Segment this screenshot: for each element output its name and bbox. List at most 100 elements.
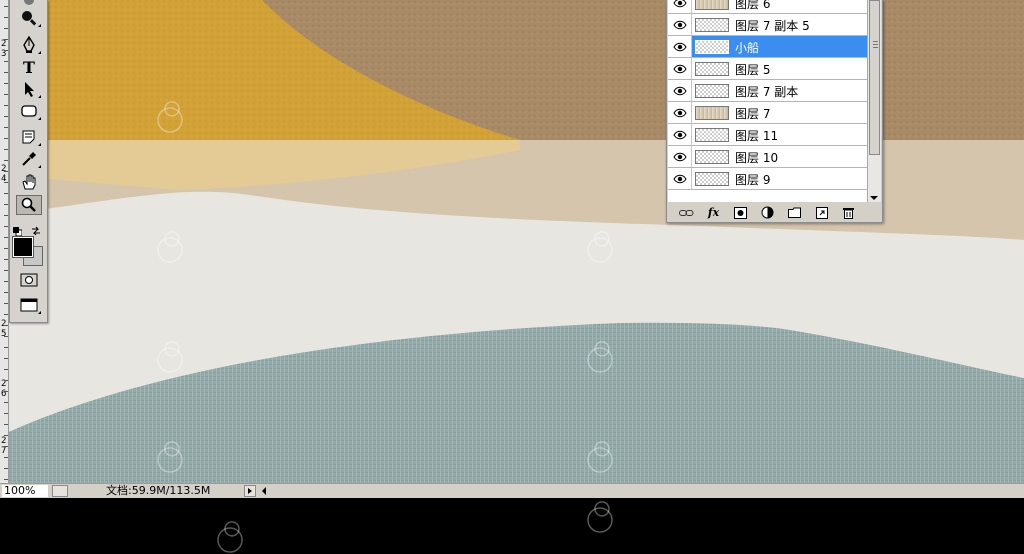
eye-icon <box>672 0 687 8</box>
burn-icon <box>22 11 37 26</box>
layer-name: 图层 7 <box>735 107 771 121</box>
scroll-down-arrow-icon[interactable] <box>870 196 878 200</box>
layer-name: 小船 <box>735 41 760 55</box>
link-layers-button[interactable] <box>679 206 694 219</box>
layer-visibility-toggle[interactable] <box>668 58 692 79</box>
ruler-label: 2 <box>1 164 7 174</box>
layer-thumbnail <box>695 62 729 76</box>
pen-tool-button[interactable] <box>16 35 42 55</box>
layers-list[interactable]: 图层 6 图层 7 副本 5 小船图层 5 图层 7 副本图层 7 图层 11 图层 10… <box>668 0 867 202</box>
layer-row[interactable]: 图层 11 <box>668 124 867 146</box>
delete-layer-button[interactable] <box>841 206 856 219</box>
layer-visibility-toggle[interactable] <box>668 102 692 123</box>
layers-panel: 图层 6 图层 7 副本 5 小船图层 5 图层 7 副本图层 7 图层 11 图层 10… <box>666 0 883 223</box>
layer-visibility-toggle[interactable] <box>668 14 692 35</box>
magnifier-icon <box>21 197 36 212</box>
layer-name: 图层 11 <box>735 129 779 143</box>
ruler-tick <box>4 413 8 414</box>
status-menu-button[interactable] <box>52 485 68 497</box>
ruler-tick <box>4 468 8 469</box>
layer-visibility-toggle[interactable] <box>668 146 692 167</box>
ruler-tick <box>4 17 8 18</box>
horizontal-scrollbar[interactable] <box>258 485 1024 497</box>
layer-row[interactable]: 图层 7 副本 <box>668 80 867 102</box>
mask-icon <box>734 206 747 219</box>
new-layer-icon <box>815 206 828 219</box>
ruler-tick <box>4 116 8 117</box>
layer-thumbnail <box>695 150 729 164</box>
ruler-tick <box>4 314 8 315</box>
swap-colors-button[interactable] <box>31 221 41 236</box>
layer-row[interactable]: 图层 5 <box>668 58 867 80</box>
tools-panel: T <box>9 0 48 323</box>
layer-thumbnail <box>695 40 729 54</box>
layer-row[interactable]: 图层 9 <box>668 168 867 190</box>
ruler-tick <box>4 6 8 7</box>
type-tool-button[interactable]: T <box>16 57 42 77</box>
ruler-tick <box>4 149 8 150</box>
layer-row[interactable]: 小船 <box>668 36 867 58</box>
ruler-tick <box>4 193 8 194</box>
eye-icon <box>672 20 687 30</box>
ruler-tick <box>4 358 8 359</box>
watermark-logo <box>587 501 613 533</box>
burn-tool-button[interactable] <box>16 8 42 28</box>
ruler-tick <box>4 402 8 403</box>
eye-icon <box>672 64 687 74</box>
quick-mask-button[interactable] <box>16 270 42 290</box>
ruler-tick <box>4 226 8 227</box>
adjustment-layer-button[interactable] <box>760 206 775 219</box>
ruler-tick <box>4 127 8 128</box>
rectangle-tool-button[interactable] <box>16 101 42 121</box>
document-canvas[interactable]: 2324252627 T 图层 6 图层 7 副本 5 小船 图层 5 图层 7… <box>0 0 1024 483</box>
layer-visibility-toggle[interactable] <box>668 168 692 189</box>
ruler-label: 2 <box>1 39 7 49</box>
rounded-rect-icon <box>21 105 37 117</box>
layer-row[interactable]: 图层 7 <box>668 102 867 124</box>
layer-name: 图层 7 副本 5 <box>735 19 810 33</box>
layer-row[interactable]: 图层 7 副本 5 <box>668 14 867 36</box>
ruler-tick <box>4 171 8 172</box>
eyedropper-tool-button[interactable] <box>16 149 42 169</box>
trash-icon <box>843 207 854 219</box>
layer-name: 图层 9 <box>735 173 771 187</box>
layer-row[interactable]: 图层 6 <box>668 0 867 14</box>
notes-tool-button[interactable] <box>16 127 42 147</box>
default-colors-button[interactable] <box>13 221 23 237</box>
type-icon: T <box>23 59 35 75</box>
layers-footer-toolbar: fx <box>667 203 882 222</box>
path-selection-tool-button[interactable] <box>16 79 42 99</box>
ruler-tick <box>4 237 8 238</box>
eraser-tool-button[interactable] <box>16 0 42 8</box>
eyedropper-icon <box>22 152 36 166</box>
screen-mode-button[interactable] <box>16 295 42 315</box>
foreground-color-swatch[interactable] <box>12 236 34 258</box>
layer-row[interactable]: 图层 10 <box>668 146 867 168</box>
status-info-arrow-button[interactable] <box>244 485 256 497</box>
ruler-tick <box>4 369 8 370</box>
layers-scrollbar[interactable] <box>867 0 881 202</box>
ruler-tick <box>4 28 8 29</box>
layer-visibility-toggle[interactable] <box>668 36 692 57</box>
layer-visibility-toggle[interactable] <box>668 124 692 145</box>
ruler-tick <box>4 325 8 326</box>
zoom-tool-button[interactable] <box>16 195 42 215</box>
eye-icon <box>672 108 687 118</box>
scroll-left-arrow-icon[interactable] <box>262 487 266 495</box>
layer-thumbnail <box>695 172 729 186</box>
ruler-tick <box>4 435 8 436</box>
ruler-tick <box>4 424 8 425</box>
hand-tool-button[interactable] <box>16 172 42 192</box>
zoom-level-field[interactable]: 100% <box>2 485 48 497</box>
ruler-label: 2 <box>1 379 7 389</box>
layer-visibility-toggle[interactable] <box>668 80 692 101</box>
ruler-tick <box>4 160 8 161</box>
add-mask-button[interactable] <box>733 206 748 219</box>
new-layer-button[interactable] <box>814 206 829 219</box>
layers-scrollbar-thumb[interactable] <box>869 0 880 155</box>
layer-style-button[interactable]: fx <box>706 206 721 219</box>
new-group-button[interactable] <box>787 206 802 219</box>
layer-thumbnail <box>695 84 729 98</box>
hand-icon <box>22 174 36 190</box>
layer-visibility-toggle[interactable] <box>668 0 692 13</box>
